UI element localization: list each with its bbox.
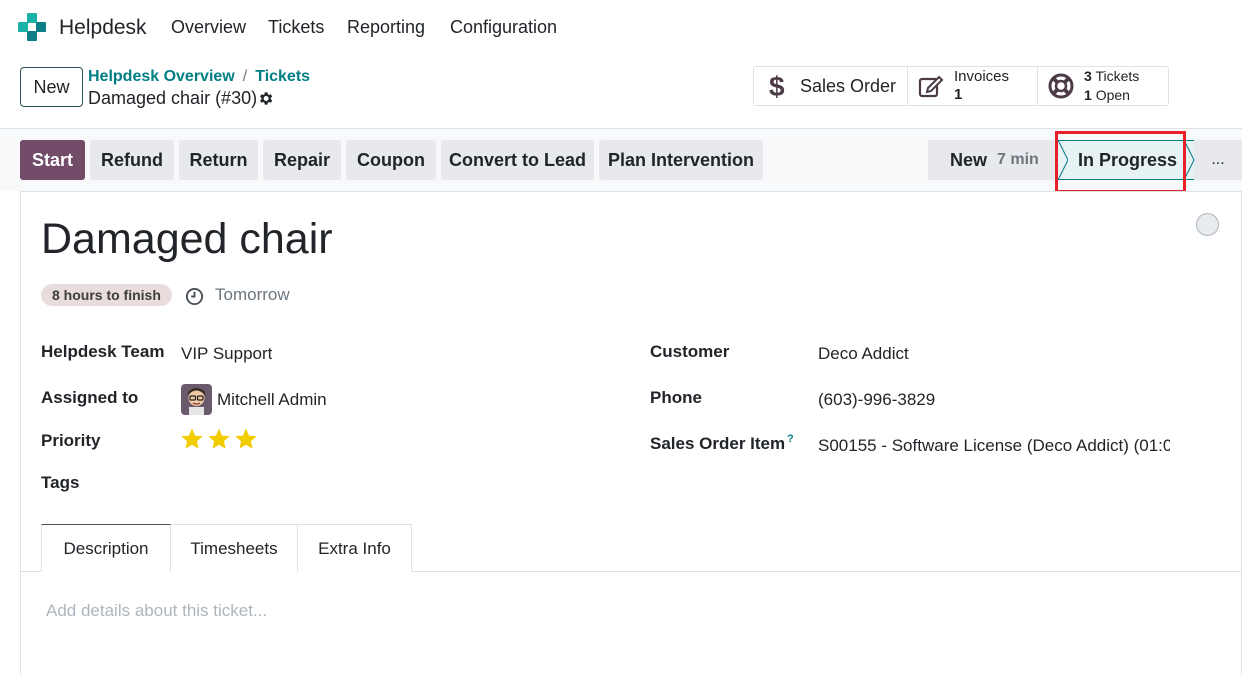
start-button[interactable]: Start (20, 140, 85, 180)
pencil-square-icon (918, 73, 944, 99)
open-count: 1 (1084, 87, 1092, 103)
avatar (181, 384, 212, 415)
sales-order-item-field[interactable]: S00155 - Software License (Deco Addict) … (818, 436, 1170, 456)
sla-badge: 8 hours to finish (41, 284, 172, 306)
stage-new[interactable]: New 7 min (928, 140, 1058, 180)
breadcrumb: Helpdesk Overview / Tickets (88, 68, 310, 86)
helpdesk-team-label: Helpdesk Team (41, 342, 165, 361)
tab-timesheets[interactable]: Timesheets (170, 524, 298, 572)
clock-icon (185, 287, 204, 306)
top-navbar: Helpdesk Overview Tickets Reporting Conf… (0, 0, 1242, 56)
stage-in-progress-label: In Progress (1078, 149, 1178, 170)
phone-label: Phone (650, 388, 702, 407)
stage-more-label: ... (1211, 151, 1225, 168)
tickets-smart-button[interactable]: 3 Tickets 1 Open (1038, 67, 1168, 105)
helpdesk-logo-icon[interactable] (18, 13, 46, 41)
sales-order-label: Sales Order (800, 76, 897, 96)
dollar-icon: $ (764, 72, 790, 100)
repair-button[interactable]: Repair (263, 140, 341, 180)
priority-label: Priority (41, 431, 101, 450)
deadline[interactable]: Tomorrow (215, 285, 290, 305)
stage-new-label: New (950, 149, 988, 170)
sales-order-smart-button[interactable]: $ Sales Order (754, 67, 908, 105)
gear-icon[interactable] (257, 90, 274, 107)
sales-order-item-label: Sales Order Item (650, 434, 786, 453)
tickets-label: Tickets (1095, 68, 1140, 84)
tab-extra-info[interactable]: Extra Info (297, 524, 412, 572)
menu-reporting[interactable]: Reporting (347, 17, 425, 38)
tags-label: Tags (41, 473, 80, 492)
help-tooltip-icon[interactable]: ? (787, 433, 794, 445)
refund-button[interactable]: Refund (90, 140, 174, 180)
assigned-to-label: Assigned to (41, 388, 139, 407)
menu-overview[interactable]: Overview (171, 17, 246, 38)
smart-buttons: $ Sales Order Invoices 1 3 Tickets 1 Ope… (753, 66, 1169, 106)
stage-more-button[interactable]: ... (1194, 140, 1242, 180)
phone-field[interactable]: (603)-996-3829 (818, 390, 935, 410)
invoices-count: 1 (954, 86, 963, 103)
coupon-button[interactable]: Coupon (346, 140, 436, 180)
svg-text:$: $ (769, 72, 785, 100)
helpdesk-team-field[interactable]: VIP Support (181, 344, 272, 364)
stage-arrow-in (1048, 140, 1068, 180)
breadcrumb-separator: / (242, 68, 248, 85)
return-button[interactable]: Return (179, 140, 258, 180)
invoices-label: Invoices (954, 68, 1010, 85)
stage-new-duration: 7 min (997, 151, 1039, 168)
ticket-title[interactable]: Damaged chair (41, 215, 333, 264)
tickets-info: 3 Tickets 1 Open (1084, 67, 1139, 105)
priority-star-icon[interactable] (207, 427, 231, 451)
assigned-to-field[interactable]: Mitchell Admin (217, 390, 327, 410)
record-name: Damaged chair (#30) (88, 88, 258, 108)
kanban-state-circle[interactable] (1196, 213, 1219, 236)
description-editor[interactable]: Add details about this ticket... (46, 601, 267, 621)
customer-field[interactable]: Deco Addict (818, 344, 909, 364)
new-button[interactable]: New (20, 67, 83, 107)
invoices-smart-button[interactable]: Invoices 1 (908, 67, 1038, 105)
plan-intervention-button[interactable]: Plan Intervention (599, 140, 763, 180)
stage-in-progress[interactable]: In Progress (1058, 140, 1194, 180)
tab-description[interactable]: Description (41, 524, 171, 572)
menu-configuration[interactable]: Configuration (450, 17, 557, 38)
life-ring-icon (1048, 73, 1074, 99)
menu-tickets[interactable]: Tickets (268, 17, 324, 38)
stage-arrow-out (1184, 140, 1195, 180)
open-label: Open (1095, 87, 1130, 103)
breadcrumb-helpdesk-overview[interactable]: Helpdesk Overview (88, 68, 235, 86)
priority-star-icon[interactable] (180, 427, 204, 451)
tickets-count: 3 (1084, 68, 1092, 84)
priority-star-icon[interactable] (234, 427, 258, 451)
customer-label: Customer (650, 342, 730, 361)
app-name[interactable]: Helpdesk (59, 16, 147, 40)
breadcrumb-tickets[interactable]: Tickets (255, 68, 310, 86)
invoices-info: Invoices 1 (954, 68, 1009, 104)
convert-to-lead-button[interactable]: Convert to Lead (441, 140, 594, 180)
